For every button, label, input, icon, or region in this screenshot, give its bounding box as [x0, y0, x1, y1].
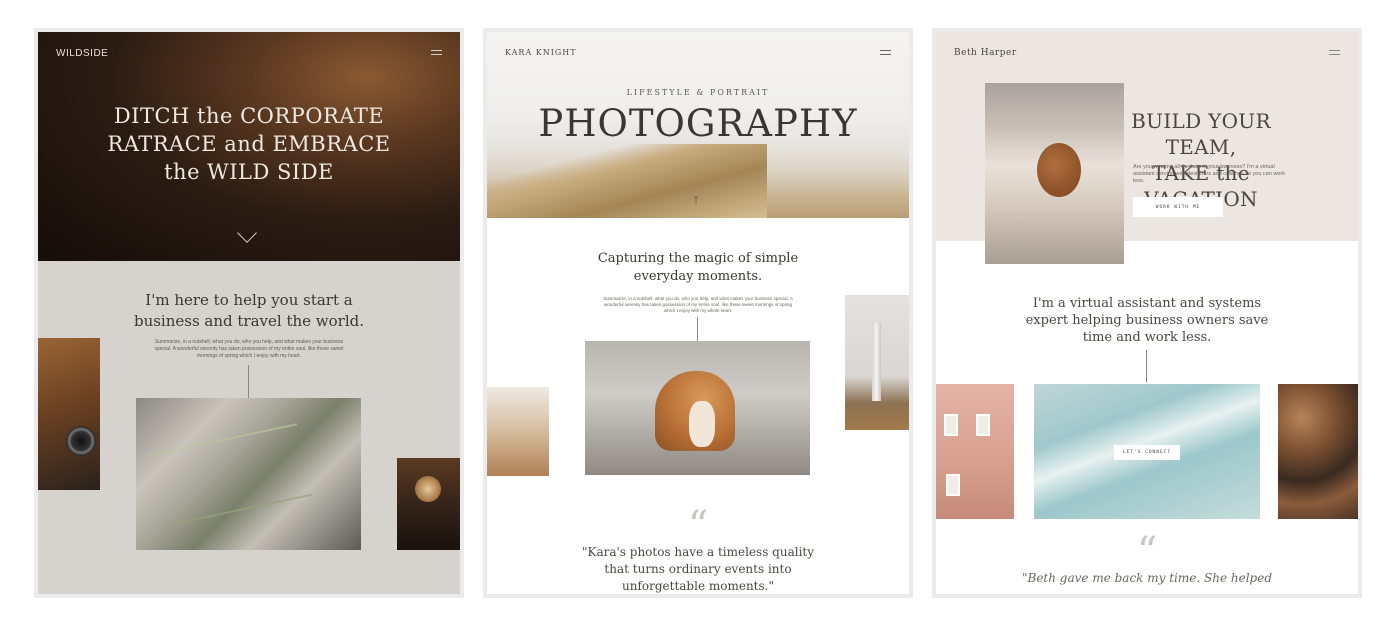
window-shape [946, 474, 960, 496]
headline-line: business and travel the world. [133, 312, 365, 330]
work-with-me-button[interactable]: WORK WITH ME [1133, 197, 1223, 217]
body-text: Summarize, in a nutshell, what you do, w… [154, 339, 344, 359]
lighthouse-photo [845, 295, 909, 430]
section-headline: I'm here to help you start a business an… [38, 290, 460, 332]
chevron-down-icon[interactable] [237, 223, 257, 243]
section-headline: I'm a virtual assistant and systems expe… [996, 295, 1298, 346]
divider-line [1146, 350, 1147, 382]
window-shape [976, 414, 990, 436]
shells-photo [1278, 384, 1358, 519]
ocean-water-photo: LET'S CONNECT [1034, 384, 1260, 519]
monogram-icon: ᛉ [693, 196, 699, 207]
testimonial-quote: "Beth gave me back my time. She helped [1021, 571, 1272, 585]
brand-logo[interactable]: Beth Harper [954, 48, 1017, 58]
hat-shape [1037, 143, 1081, 197]
brand-logo[interactable]: WILDSIDE [56, 48, 108, 59]
headline-line: I'm a virtual assistant and systems [1032, 296, 1262, 311]
pink-building-photo [936, 384, 1014, 519]
camera-lens-icon [66, 426, 96, 456]
section-headline: Capturing the magic of simple everyday m… [487, 250, 909, 286]
template-card-beth-harper[interactable]: Beth Harper BUILD YOUR TEAM, TAKE the VA… [932, 28, 1362, 598]
body-text: Are you wearing all the hats in your bus… [1133, 164, 1285, 184]
quote-line: unforgettable moments." [621, 579, 774, 593]
compass-photo [397, 458, 460, 550]
headline-line: I'm here to help you start a [145, 291, 353, 309]
dog-chest-shape [689, 401, 715, 447]
divider-line [697, 317, 698, 342]
map-photo [136, 398, 361, 550]
hero-title-line: BUILD YOUR TEAM, [1131, 109, 1271, 159]
quote-line: that turns ordinary events into [604, 562, 792, 576]
hero-section: KARA KNIGHT LIFESTYLE & PORTRAIT PHOTOGR… [487, 32, 909, 218]
divider-line [248, 365, 249, 399]
headline-line: expert helping business owners save [1025, 313, 1269, 328]
hero-title: PHOTOGRAPHY [538, 102, 858, 145]
compass-icon [415, 476, 441, 502]
hamburger-menu-icon[interactable] [880, 50, 891, 55]
window-shape [944, 414, 958, 436]
quote-icon: “ [687, 503, 709, 549]
headline-line: everyday moments. [633, 269, 763, 284]
hamburger-menu-icon[interactable] [1329, 50, 1340, 55]
template-card-wildside[interactable]: WILDSIDE DITCH the CORPORATE RATRACE and… [34, 28, 464, 598]
hero-title-line: the WILD SIDE [164, 160, 334, 184]
hamburger-menu-icon[interactable] [431, 50, 442, 55]
testimonial-quote: "Kara's photos have a timeless quality t… [575, 544, 821, 594]
quote-icon: “ [1136, 529, 1158, 575]
headline-line: time and work less. [1082, 330, 1212, 345]
headline-line: Capturing the magic of simple [597, 251, 799, 266]
quote-line: "Kara's photos have a timeless quality [581, 545, 815, 559]
hero-title: DITCH the CORPORATE RATRACE and EMBRACE … [38, 102, 460, 186]
hero-title-line: RATRACE and EMBRACE [107, 132, 391, 156]
template-card-kara-knight[interactable]: KARA KNIGHT LIFESTYLE & PORTRAIT PHOTOGR… [483, 28, 913, 598]
camera-photo [38, 338, 100, 490]
brand-logo[interactable]: KARA KNIGHT [505, 48, 577, 57]
pampas-grass-photo [487, 387, 549, 476]
body-text: Summarize, in a nutshell, what you do, w… [603, 296, 793, 313]
dunes-photo [487, 144, 767, 218]
lighthouse-tower-shape [872, 323, 881, 401]
lets-connect-button[interactable]: LET'S CONNECT [1114, 445, 1180, 460]
corgi-photo [585, 341, 810, 475]
hero-title-line: DITCH the CORPORATE [113, 104, 385, 128]
hero-subtitle: LIFESTYLE & PORTRAIT [626, 88, 770, 97]
hero-section: WILDSIDE DITCH the CORPORATE RATRACE and… [38, 32, 460, 261]
